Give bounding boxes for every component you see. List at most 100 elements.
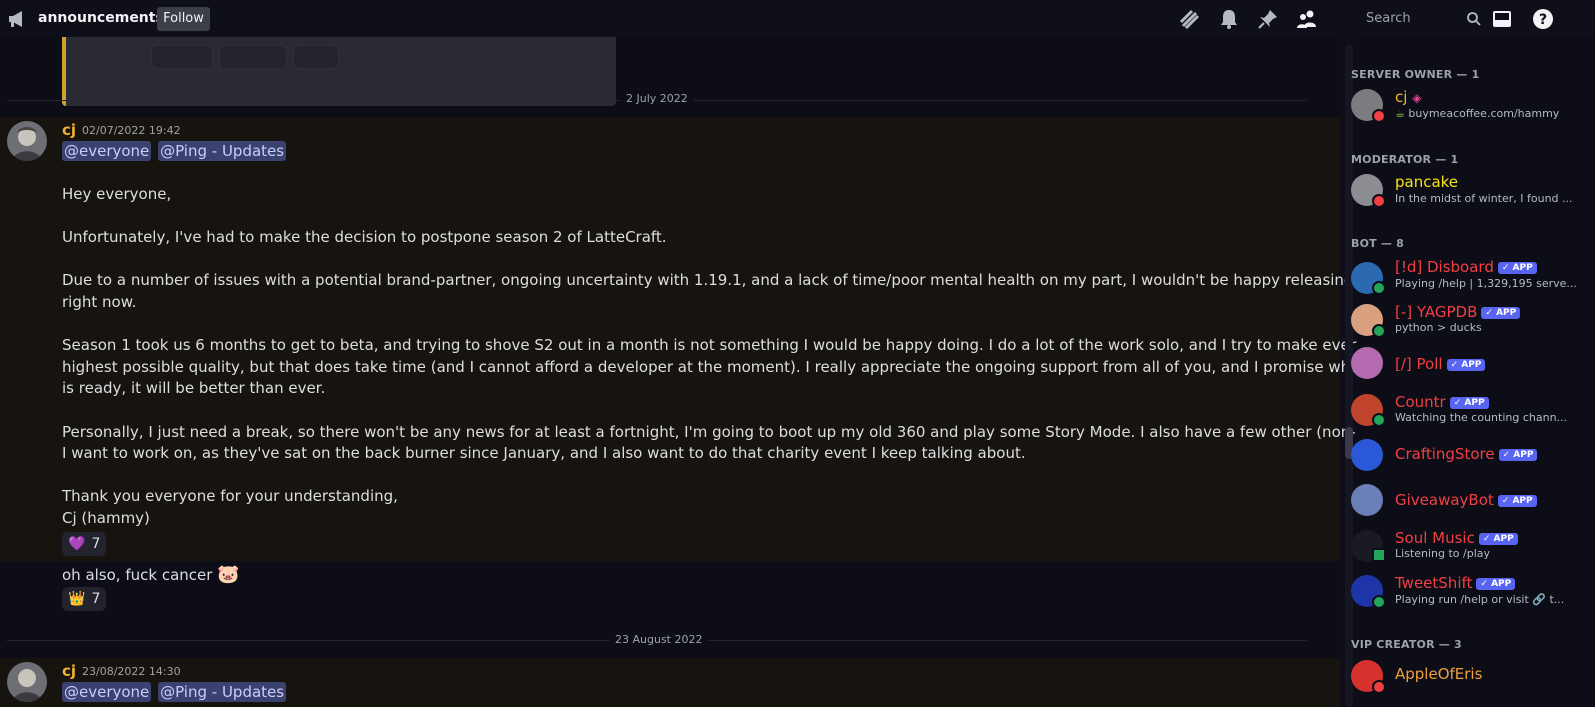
mention-ping-updates[interactable]: @Ping - Updates <box>158 682 287 702</box>
bot-name[interactable]: [-] YAGPDB <box>1395 303 1477 321</box>
message-line: Personally, I just need a break, so ther… <box>62 423 1450 441</box>
user-avatar-image <box>7 121 47 161</box>
message-line: Due to a number of issues with a potenti… <box>62 271 1420 289</box>
member-name[interactable]: CraftingStore ✓ APP <box>1395 445 1538 463</box>
member-name[interactable]: [/] Poll ✓ APP <box>1395 355 1486 373</box>
member-name[interactable]: cj ◈ <box>1395 88 1421 106</box>
bot-name[interactable]: [!d] Disboard <box>1395 258 1494 276</box>
search-input[interactable]: Search <box>1358 6 1490 32</box>
app-badge: ✓ APP <box>1481 307 1521 319</box>
search-icon <box>1467 12 1481 26</box>
bot-name[interactable]: [/] Poll <box>1395 355 1443 373</box>
app-badge: ✓ APP <box>1497 262 1537 274</box>
message-line: is ready, it will be better than ever. <box>62 379 326 397</box>
crown-icon: 👑 <box>68 591 86 607</box>
channel-name: announcements <box>38 10 164 26</box>
message-timestamp: 23/08/2022 14:30 <box>82 665 181 678</box>
member-list-icon[interactable] <box>1296 8 1318 30</box>
app-badge: ✓ APP <box>1449 397 1489 409</box>
online-status-icon <box>1372 595 1386 609</box>
app-badge: ✓ APP <box>1476 578 1516 590</box>
svg-text:?: ? <box>1539 12 1547 28</box>
reaction-count: 7 <box>91 591 101 607</box>
bot-name[interactable]: CraftingStore <box>1395 445 1495 463</box>
owner-name[interactable]: cj <box>1395 88 1407 106</box>
bell-icon[interactable] <box>1218 8 1240 30</box>
message-line: oh also, fuck cancer 🐷 <box>62 564 240 585</box>
section-header: MODERATOR — 1 <box>1351 153 1459 166</box>
app-badge: ✓ APP <box>1498 449 1538 461</box>
member-status-text: Playing /help | 1,329,195 serve... <box>1395 277 1577 290</box>
dnd-status-icon <box>1372 680 1386 694</box>
message-line: Season 1 took us 6 months to get to beta… <box>62 336 1453 354</box>
mention-everyone[interactable]: @everyone <box>62 141 152 161</box>
avatar[interactable] <box>1351 484 1383 516</box>
bot-name[interactable]: GiveawayBot <box>1395 491 1494 509</box>
bot-name[interactable]: Soul Music <box>1395 529 1475 547</box>
message-text: oh also, fuck cancer <box>62 566 213 584</box>
bot-name[interactable]: Countr <box>1395 393 1446 411</box>
reaction-chip[interactable] <box>293 45 339 69</box>
message-author[interactable]: cj <box>62 121 76 139</box>
channel-header: announcements Follow Search ? <box>0 0 1595 37</box>
online-status-icon <box>1372 413 1386 427</box>
reaction-purple-heart[interactable]: 💜 7 <box>62 532 107 556</box>
pin-icon[interactable] <box>1257 8 1279 30</box>
nitro-icon: ◈ <box>1412 91 1422 105</box>
avatar[interactable] <box>7 662 47 702</box>
avatar[interactable] <box>1351 347 1383 379</box>
message-line: Cj (hammy) <box>62 509 150 527</box>
follow-button[interactable]: Follow <box>157 7 210 31</box>
message-line: Hey everyone, <box>62 185 172 203</box>
member-name[interactable]: TweetShift ✓ APP <box>1395 574 1516 592</box>
megaphone-icon <box>9 11 22 27</box>
date-divider-label: 2 July 2022 <box>620 92 694 105</box>
member-status-text: python > ducks <box>1395 321 1482 334</box>
pig-icon: 🐷 <box>217 564 240 585</box>
member-status-text: Playing run /help or visit 🔗 t... <box>1395 593 1565 606</box>
mention-everyone[interactable]: @everyone <box>62 682 152 702</box>
member-name[interactable]: pancake <box>1395 173 1458 191</box>
app-badge: ✓ APP <box>1497 495 1537 507</box>
message-timestamp: 02/07/2022 19:42 <box>82 124 181 137</box>
member-status-text: Watching the counting chann... <box>1395 411 1568 424</box>
section-header: VIP CREATOR — 3 <box>1351 638 1462 651</box>
member-status-text: Listening to /play <box>1395 547 1491 560</box>
mobile-status-icon <box>1372 548 1386 562</box>
avatar[interactable] <box>1351 439 1383 471</box>
mentions-row: @everyone @Ping - Updates <box>62 141 288 161</box>
avatar[interactable] <box>7 121 47 161</box>
mention-ping-updates[interactable]: @Ping - Updates <box>158 141 287 161</box>
member-name[interactable]: Soul Music ✓ APP <box>1395 529 1518 547</box>
owner-status: buymeacoffee.com/hammy <box>1408 107 1560 120</box>
member-name[interactable]: [!d] Disboard ✓ APP <box>1395 258 1537 276</box>
online-status-icon <box>1372 324 1386 338</box>
message-author[interactable]: cj <box>62 662 76 680</box>
reaction-crown[interactable]: 👑 7 <box>62 587 107 611</box>
purple-heart-icon: 💜 <box>68 536 86 552</box>
scrollbar-track[interactable] <box>1345 45 1353 707</box>
message-line: Thank you everyone for your understandin… <box>62 487 398 505</box>
reaction-chip[interactable] <box>219 45 287 69</box>
message-line: right now. <box>62 293 137 311</box>
member-status-text: In the midst of winter, I found ... <box>1395 192 1573 205</box>
app-badge: ✓ APP <box>1446 359 1486 371</box>
coffee-icon: ☕ <box>1395 107 1405 120</box>
member-name[interactable]: GiveawayBot ✓ APP <box>1395 491 1537 509</box>
message-line: Unfortunately, I've had to make the deci… <box>62 228 667 246</box>
member-name[interactable]: [-] YAGPDB ✓ APP <box>1395 303 1521 321</box>
dnd-status-icon <box>1372 194 1386 208</box>
member-name[interactable]: Countr ✓ APP <box>1395 393 1489 411</box>
help-icon[interactable]: ? <box>1532 8 1554 30</box>
reaction-chip[interactable] <box>151 45 213 69</box>
bot-name[interactable]: TweetShift <box>1395 574 1472 592</box>
threads-icon[interactable] <box>1178 8 1200 30</box>
member-status-text: ☕ buymeacoffee.com/hammy <box>1395 107 1559 120</box>
date-divider-label: 23 August 2022 <box>609 633 709 646</box>
message-line: highest possible quality, but that does … <box>62 358 1443 376</box>
app-badge: ✓ APP <box>1478 533 1518 545</box>
inbox-icon[interactable] <box>1491 8 1513 30</box>
member-name[interactable]: AppleOfEris <box>1395 665 1482 683</box>
dnd-status-icon <box>1372 109 1386 123</box>
reaction-count: 7 <box>91 536 101 552</box>
